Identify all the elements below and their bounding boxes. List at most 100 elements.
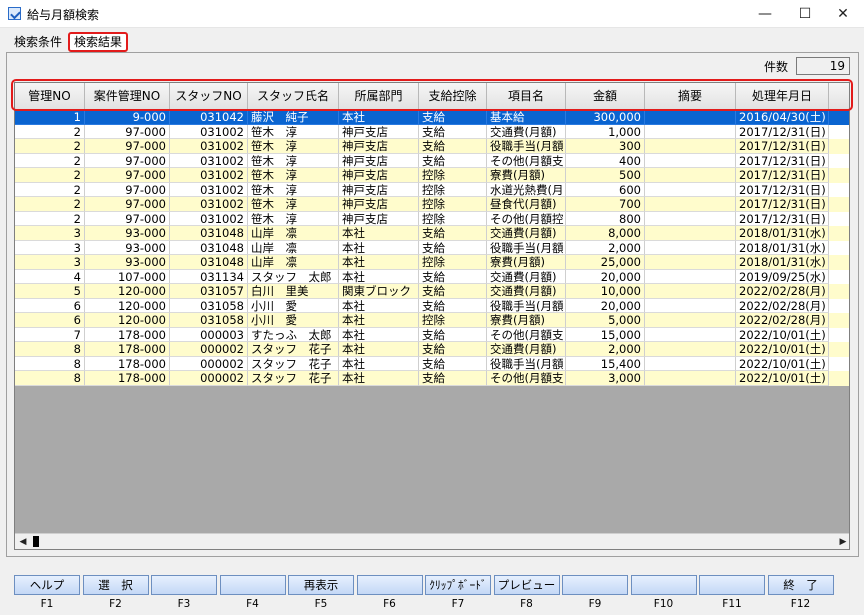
horizontal-scrollbar[interactable]: ◀ ▶ [15,533,849,549]
function-key-f7-button[interactable]: ｸﾘｯﾌﾟﾎﾞｰﾄﾞ [425,575,491,595]
col-item-name-cell: 役職手当(月額 [487,240,566,255]
col-management-no-cell: 8 [15,356,85,371]
col-management-no-cell: 1 [15,110,85,125]
col-staff-name-cell: 笹木 淳 [248,124,339,139]
col-amount-cell: 20,000 [566,298,645,313]
col-type-cell: 支給 [419,342,487,357]
function-key-f3-button[interactable] [151,575,217,595]
function-key-f6-button[interactable] [356,575,423,595]
col-type-cell: 支給 [419,269,487,284]
col-staff-no-cell: 031048 [170,226,248,241]
app-icon [8,7,21,20]
col-date-cell: 2018/01/31(水) [736,240,829,255]
col-staff-no-cell: 000002 [170,342,248,357]
col-note-cell [645,211,736,226]
col-case-no-cell: 97-000 [85,139,170,154]
col-department-cell: 本社 [339,327,419,342]
col-date-cell: 2018/01/31(水) [736,226,829,241]
function-key-f5-label: F5 [314,598,328,610]
function-key-f9-button[interactable] [562,575,628,595]
function-key-f11-button[interactable] [699,575,765,595]
col-staff-no-cell: 031002 [170,197,248,212]
table-row[interactable]: 2 97-000 031002 笹木 淳神戸支店 控除 昼食代(月額) 700 2017/12… [15,197,849,212]
function-key-bar: ヘルプ F1 選 択 F2 F3 F4 再表示 F5 F6 ｸﾘｯﾌﾟﾎﾞｰﾄﾞ F7 プレビュー F8… [14,575,850,615]
col-note-cell [645,313,736,328]
table-row[interactable]: 2 97-000 031002 笹木 淳神戸支店 控除 寮費(月額) 500 2017/12/… [15,168,849,183]
table-row[interactable]: 2 97-000 031002 笹木 淳神戸支店 支給 役職手当(月額 300 2017/12… [15,139,849,154]
col-department-header[interactable]: 所属部門 [339,83,419,109]
col-management-no-cell: 2 [15,197,85,212]
function-key-f5-button[interactable]: 再表示 [288,575,354,595]
col-staff-no-cell: 031002 [170,182,248,197]
table-row[interactable]: 2 97-000 031002 笹木 淳神戸支店 控除 水道光熱費(月 600 2017/12… [15,182,849,197]
col-type-header[interactable]: 支給控除 [419,83,487,109]
scroll-right-icon[interactable]: ▶ [835,534,849,549]
function-key-f4-button[interactable] [219,575,286,595]
table-row[interactable]: 2 97-000 031002 笹木 淳神戸支店 支給 その他(月額支 400 2017/12… [15,153,849,168]
col-item-name-cell: 交通費(月額) [487,284,566,299]
table-row[interactable]: 2 97-000 031002 笹木 淳神戸支店 支給 交通費(月額) 1,000 2017/… [15,124,849,139]
col-case-no-cell: 93-000 [85,226,170,241]
function-key-f12-button[interactable]: 終 了 [767,575,834,595]
col-date-cell: 2017/12/31(日) [736,124,829,139]
col-case-no-cell: 107-000 [85,269,170,284]
col-item-name-header[interactable]: 項目名 [487,83,566,109]
col-management-no-cell: 2 [15,124,85,139]
col-note-cell [645,110,736,125]
results-grid[interactable]: 管理NO 案件管理NO スタッフNO スタッフ氏名 所属部門 支給控除 項目名 金額 摘要 処理年… [14,82,850,550]
table-row[interactable]: 8 178-000 000002 スタッフ 花子 本社 支給 その他(月額支 3,000 202… [15,371,849,386]
col-amount-cell: 600 [566,182,645,197]
col-case-no-cell: 97-000 [85,197,170,212]
close-button[interactable]: ✕ [820,0,864,28]
col-management-no-cell: 4 [15,269,85,284]
table-row[interactable]: 5 120-000 031057 白川 里美 関東ブロック 支給 交通費(月額) 10,000… [15,284,849,299]
col-management-no-cell: 3 [15,226,85,241]
function-key-f1-button[interactable]: ヘルプ [14,575,80,595]
table-row[interactable]: 3 93-000 031048 山岸 凛本社 控除 寮費(月額) 25,000 2018/01… [15,255,849,270]
col-amount-header[interactable]: 金額 [566,83,645,109]
col-department-cell: 関東ブロック [339,284,419,299]
col-item-name-cell: その他(月額支 [487,327,566,342]
function-key-f7-label: F7 [451,598,465,610]
table-row[interactable]: 7 178-000 000003 すたっふ 太郎 本社 支給 その他(月額支 15,000 20… [15,327,849,342]
col-date-header[interactable]: 処理年月日 [736,83,829,109]
count-value: 19 [796,57,850,75]
col-type-cell: 支給 [419,139,487,154]
col-management-no-header[interactable]: 管理NO [15,83,85,109]
col-staff-name-cell: 笹木 淳 [248,168,339,183]
function-key-f2-button[interactable]: 選 択 [82,575,149,595]
col-type-cell: 控除 [419,168,487,183]
col-note-cell [645,153,736,168]
col-management-no-cell: 2 [15,153,85,168]
table-row[interactable]: 3 93-000 031048 山岸 凛本社 支給 交通費(月額) 8,000 2018/01… [15,226,849,241]
col-note-header[interactable]: 摘要 [645,83,736,109]
tab-search-results[interactable]: 検索結果 [68,32,129,52]
table-row[interactable]: 2 97-000 031002 笹木 淳神戸支店 控除 その他(月額控 800 2017/12… [15,211,849,226]
table-row[interactable]: 8 178-000 000002 スタッフ 花子 本社 支給 役職手当(月額 15,400 20… [15,356,849,371]
col-staff-name-header[interactable]: スタッフ氏名 [248,83,339,109]
col-management-no-cell: 8 [15,342,85,357]
col-case-no-header[interactable]: 案件管理NO [85,83,170,109]
function-key-f8-label: F8 [520,598,533,610]
col-type-cell: 支給 [419,110,487,125]
col-note-cell [645,124,736,139]
table-row[interactable]: 8 178-000 000002 スタッフ 花子 本社 支給 交通費(月額) 2,000 202… [15,342,849,357]
col-amount-cell: 2,000 [566,342,645,357]
scroll-thumb[interactable] [33,536,39,547]
table-row[interactable]: 1 9-000 031042 藤沢 純子 本社 支給 基本給 300,000 2016/04/3… [15,110,849,125]
col-department-cell: 本社 [339,298,419,313]
table-row[interactable]: 3 93-000 031048 山岸 凛本社 支給 役職手当(月額 2,000 2018/01… [15,240,849,255]
table-row[interactable]: 6 120-000 031058 小川 愛本社 控除 寮費(月額) 5,000 2022/02… [15,313,849,328]
col-staff-no-cell: 031042 [170,110,248,125]
table-row[interactable]: 4 107-000 031134 スタッフ 太郎 本社 支給 交通費(月額) 20,000 20… [15,269,849,284]
col-management-no-cell: 2 [15,168,85,183]
tab-search-conditions[interactable]: 検索条件 [14,32,62,52]
function-key-f10-button[interactable] [630,575,697,595]
col-amount-cell: 1,000 [566,124,645,139]
col-staff-no-header[interactable]: スタッフNO [170,83,248,109]
table-row[interactable]: 6 120-000 031058 小川 愛本社 支給 役職手当(月額 20,000 2022/… [15,298,849,313]
function-key-f8-button[interactable]: プレビュー [493,575,560,595]
col-amount-cell: 15,000 [566,327,645,342]
col-staff-name-cell: 山岸 凛 [248,255,339,270]
scroll-left-icon[interactable]: ◀ [15,534,31,549]
